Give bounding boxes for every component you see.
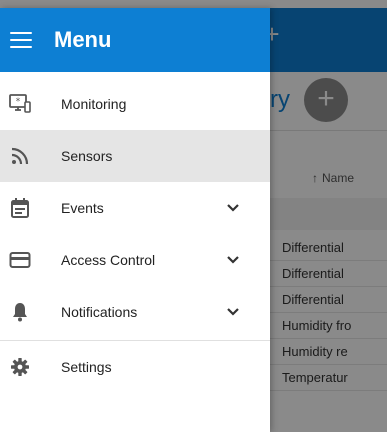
drawer-menu-secondary: Settings bbox=[0, 341, 270, 393]
menu-item-label: Sensors bbox=[61, 148, 113, 164]
drawer-menu: * Monitoring Sensors Events Access Contr… bbox=[0, 78, 270, 338]
bell-icon bbox=[8, 300, 32, 324]
chevron-down-icon[interactable] bbox=[226, 305, 240, 319]
navigation-drawer: Menu * Monitoring Sensors Events Access … bbox=[0, 8, 270, 432]
menu-item-sensors[interactable]: Sensors bbox=[0, 130, 270, 182]
calendar-icon bbox=[8, 196, 32, 220]
menu-item-access-control[interactable]: Access Control bbox=[0, 234, 270, 286]
svg-text:*: * bbox=[16, 97, 21, 107]
chevron-down-icon[interactable] bbox=[226, 201, 240, 215]
hamburger-menu-icon[interactable] bbox=[10, 32, 32, 48]
menu-item-label: Monitoring bbox=[61, 96, 127, 112]
menu-item-settings[interactable]: Settings bbox=[0, 341, 270, 393]
credit-card-icon bbox=[8, 248, 32, 272]
rss-feed-icon bbox=[8, 144, 32, 168]
menu-item-label: Notifications bbox=[61, 304, 138, 320]
menu-item-label: Access Control bbox=[61, 252, 156, 268]
gear-icon bbox=[8, 355, 32, 379]
monitoring-icon: * bbox=[8, 92, 32, 116]
chevron-down-icon[interactable] bbox=[226, 253, 240, 267]
menu-item-monitoring[interactable]: * Monitoring bbox=[0, 78, 270, 130]
menu-item-notifications[interactable]: Notifications bbox=[0, 286, 270, 338]
menu-item-events[interactable]: Events bbox=[0, 182, 270, 234]
menu-item-label: Events bbox=[61, 200, 104, 216]
drawer-header: Menu bbox=[0, 8, 270, 72]
drawer-title: Menu bbox=[54, 27, 112, 52]
menu-item-label: Settings bbox=[61, 359, 112, 375]
